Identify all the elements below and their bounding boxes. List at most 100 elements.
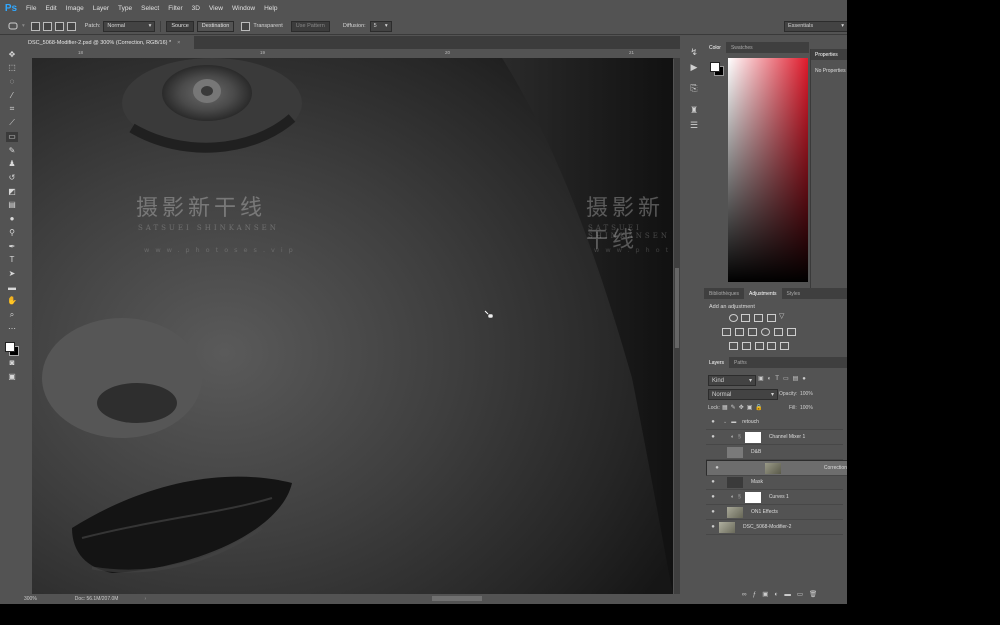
tab-libraries[interactable]: Bibliothèques <box>704 288 744 299</box>
eye-icon[interactable]: ● <box>709 419 717 425</box>
menu-layer[interactable]: Layer <box>93 5 109 12</box>
layer-row-adjustment[interactable]: ● ◐ § Channel Mixer 1 <box>706 430 843 445</box>
menu-filter[interactable]: Filter <box>168 5 182 12</box>
layer-row-selected[interactable]: ● Correction <box>706 460 847 476</box>
vibrance-adjust-icon[interactable]: ▽ <box>779 313 786 320</box>
destination-button[interactable]: Destination <box>196 20 235 32</box>
menu-type[interactable]: Type <box>118 5 132 12</box>
eraser-tool-icon[interactable]: ◩ <box>6 187 18 197</box>
exposure-adjust-icon[interactable] <box>767 314 776 322</box>
layer-filter-select[interactable]: Kind ▾ <box>708 375 756 386</box>
brush-tool-icon[interactable]: ✎ <box>6 146 18 156</box>
color-lookup-adjust-icon[interactable] <box>787 328 796 336</box>
crop-tool-icon[interactable]: ⌗ <box>6 104 18 114</box>
layer-row-pixel[interactable]: ● ON1 Effects <box>706 505 843 520</box>
fill-value[interactable]: 100% <box>800 405 813 411</box>
menu-view[interactable]: View <box>209 5 223 12</box>
close-icon[interactable]: × <box>177 40 180 46</box>
layer-row-background[interactable]: ● DSC_5068-Modifier-2 <box>706 520 843 535</box>
scrollbar-thumb[interactable] <box>675 268 679 348</box>
clone-stamp-tool-icon[interactable]: ♟ <box>6 159 18 169</box>
doc-size[interactable]: Doc: 56.1M/207.0M <box>75 596 119 602</box>
patch-mode-select[interactable]: Normal ▾ <box>103 20 156 32</box>
eye-icon[interactable]: ● <box>709 509 717 515</box>
menu-help[interactable]: Help <box>264 5 277 12</box>
opacity-value[interactable]: 100% <box>800 391 813 397</box>
vertical-scrollbar[interactable] <box>674 58 680 594</box>
new-selection-icon[interactable] <box>30 21 40 31</box>
quick-select-tool-icon[interactable]: ⁄ <box>6 91 18 101</box>
blur-tool-icon[interactable]: ● <box>6 214 18 224</box>
actions-play-icon[interactable]: ▶ <box>688 61 700 73</box>
hand-tool-icon[interactable]: ✋ <box>6 296 18 306</box>
tab-paths[interactable]: Paths <box>729 357 752 368</box>
pen-tool-icon[interactable]: ✒ <box>6 242 18 252</box>
add-selection-icon[interactable] <box>42 21 52 31</box>
screen-mode-icon[interactable]: ▣ <box>6 372 18 382</box>
document-tab[interactable]: DSC_5068-Modifier-2.psd @ 300% (Correcti… <box>22 36 194 49</box>
tab-swatches[interactable]: Swatches <box>726 42 758 53</box>
menu-window[interactable]: Window <box>232 5 255 12</box>
move-tool-icon[interactable]: ✥ <box>6 50 18 60</box>
selective-color-adjust-icon[interactable] <box>780 342 789 350</box>
layer-row-pixel[interactable]: ● D&B <box>706 445 843 460</box>
lasso-tool-icon[interactable]: ◌ <box>6 77 18 87</box>
black-white-adjust-icon[interactable] <box>748 328 757 336</box>
patch-tool-preset-icon[interactable] <box>8 22 22 30</box>
eye-icon[interactable]: ● <box>709 479 717 485</box>
workspace-select[interactable]: Essentials ▾ <box>784 20 847 32</box>
eye-icon[interactable]: ● <box>709 449 717 455</box>
tab-styles[interactable]: Styles <box>782 288 806 299</box>
use-pattern-button[interactable]: Use Pattern <box>290 20 330 32</box>
clone-source-icon[interactable]: ♜ <box>688 104 700 116</box>
source-button[interactable]: Source <box>166 20 194 32</box>
transparent-checkbox[interactable] <box>241 21 251 31</box>
lock-icons[interactable]: ▦✎✥▣🔒 <box>722 404 766 411</box>
layers-footer-icons[interactable]: ∞ƒ▣◐▬▭🗑 <box>742 590 823 598</box>
hue-saturation-adjust-icon[interactable] <box>722 328 731 336</box>
chevron-right-icon[interactable]: › <box>144 596 146 602</box>
zoom-tool-icon[interactable]: ⌕ <box>6 310 18 320</box>
marquee-tool-icon[interactable]: ⬚ <box>6 63 18 73</box>
layer-row-pixel[interactable]: ● Mask <box>706 475 843 490</box>
gradient-map-adjust-icon[interactable] <box>767 342 776 350</box>
history-brush-tool-icon[interactable]: ↺ <box>6 173 18 183</box>
photo-filter-adjust-icon[interactable] <box>761 328 770 336</box>
menu-file[interactable]: File <box>26 5 36 12</box>
layer-row-group[interactable]: ● ⌄ ▬ retouch <box>706 415 843 430</box>
eyedropper-tool-icon[interactable]: ⟋ <box>6 118 18 128</box>
color-balance-adjust-icon[interactable] <box>735 328 744 336</box>
intersect-selection-icon[interactable] <box>66 21 76 31</box>
adjust-sliders-icon[interactable]: ☰ <box>688 119 700 131</box>
quick-mask-icon[interactable]: ◙ <box>6 358 18 368</box>
type-tool-icon[interactable]: T <box>6 255 18 265</box>
history-icon[interactable]: ↯ <box>688 46 700 58</box>
eye-icon[interactable]: ● <box>709 524 717 530</box>
chevron-down-icon[interactable]: ▾ <box>22 23 25 29</box>
foreground-color-swatch[interactable] <box>710 62 720 72</box>
layer-filter-icons[interactable]: ▣◐T▭▤● <box>758 375 810 382</box>
tab-layers[interactable]: Layers <box>704 357 730 368</box>
zoom-level[interactable]: 300% <box>24 596 37 602</box>
invert-adjust-icon[interactable] <box>729 342 738 350</box>
menu-3d[interactable]: 3D <box>192 5 200 12</box>
threshold-adjust-icon[interactable] <box>755 342 764 350</box>
path-select-tool-icon[interactable]: ➤ <box>6 269 18 279</box>
brightness-adjust-icon[interactable] <box>729 314 738 322</box>
blend-mode-select[interactable]: Normal ▾ <box>708 389 778 400</box>
curves-adjust-icon[interactable] <box>754 314 763 322</box>
eye-icon[interactable]: ● <box>713 465 721 471</box>
gradient-tool-icon[interactable]: ▤ <box>6 200 18 210</box>
posterize-adjust-icon[interactable] <box>742 342 751 350</box>
menu-image[interactable]: Image <box>66 5 84 12</box>
rectangle-tool-icon[interactable]: ▬ <box>6 283 18 293</box>
diffusion-select[interactable]: 5 ▾ <box>369 20 392 32</box>
tab-adjustments[interactable]: Adjustments <box>744 288 782 299</box>
subtract-selection-icon[interactable] <box>54 21 64 31</box>
chevron-down-icon[interactable]: ⌄ <box>723 419 727 425</box>
patch-tool-icon[interactable]: ▭ <box>6 132 18 142</box>
menu-edit[interactable]: Edit <box>45 5 56 12</box>
dodge-tool-icon[interactable]: ⚲ <box>6 228 18 238</box>
eye-icon[interactable]: ● <box>709 434 717 440</box>
horizontal-scrollbar-thumb[interactable] <box>432 596 482 601</box>
